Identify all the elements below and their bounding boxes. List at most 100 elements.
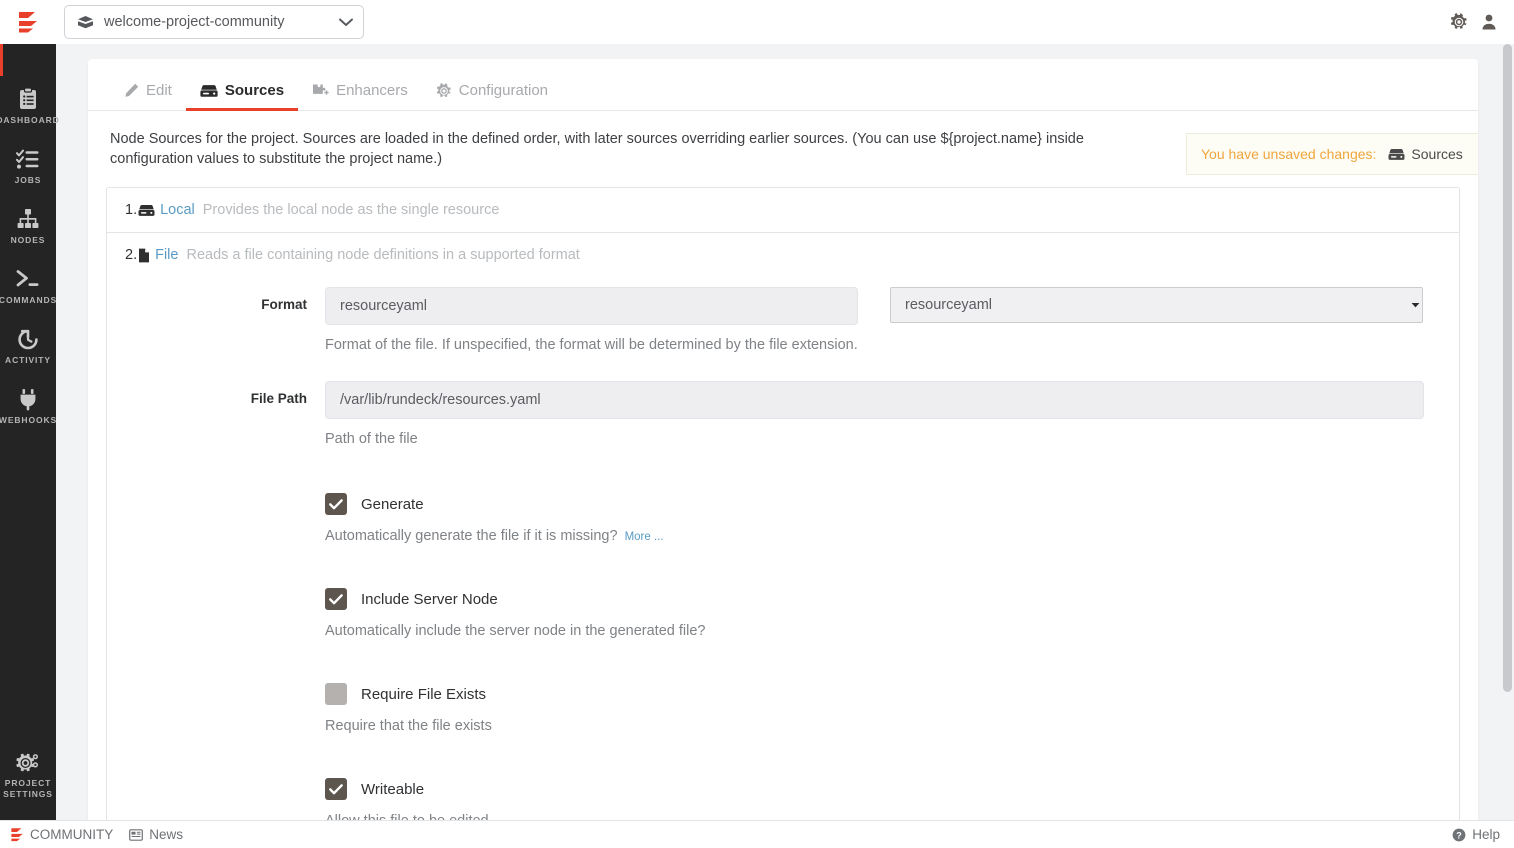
source-name-link[interactable]: Local	[160, 202, 195, 218]
footer-news-label: News	[149, 827, 184, 842]
sources-description: Node Sources for the project. Sources ar…	[110, 131, 1084, 167]
sources-card: Edit Sources Enhancers Configuration You…	[88, 59, 1478, 820]
footer-bar: COMMUNITY News ? Help	[0, 820, 1514, 848]
sidebar-item-activity[interactable]: ACTIVITY	[0, 316, 56, 376]
rundeck-logo-icon[interactable]	[0, 0, 56, 44]
project-tabs: Edit Sources Enhancers Configuration	[88, 59, 1478, 111]
unsaved-changes-sources-link[interactable]: Sources	[1388, 146, 1463, 162]
tab-label: Configuration	[458, 82, 549, 99]
writeable-checkbox[interactable]	[325, 778, 347, 800]
clipboard-icon	[17, 86, 39, 112]
footer-help-label: Help	[1472, 827, 1500, 842]
file-icon	[138, 248, 150, 263]
include-server-node-help-text: Automatically include the server node in…	[325, 623, 706, 639]
sidebar-item-nodes[interactable]: NODES	[0, 196, 56, 256]
unsaved-link-label: Sources	[1411, 146, 1463, 162]
unsaved-changes-text: You have unsaved changes:	[1201, 146, 1377, 162]
database-icon	[200, 84, 218, 98]
project-box-icon	[77, 15, 94, 30]
sidebar-item-jobs[interactable]: JOBS	[0, 136, 56, 196]
puzzle-plus-icon	[312, 83, 329, 98]
database-icon	[138, 204, 155, 217]
sidebar-item-commands[interactable]: COMMANDS	[0, 256, 56, 316]
generate-checkbox[interactable]	[325, 493, 347, 515]
page-scrollbar-track[interactable]	[1499, 44, 1514, 820]
sidebar-item-label: WEBHOOKS	[0, 415, 58, 425]
pencil-icon	[124, 83, 139, 98]
sidebar-item-label: PROJECT	[4, 778, 52, 788]
generate-checkbox-block: Generate Automatically generate the file…	[125, 493, 1441, 544]
include-server-node-checkbox-block: Include Server Node Automatically includ…	[125, 588, 1441, 639]
rundeck-logo-icon	[19, 12, 37, 33]
project-selector-name: welcome-project-community	[104, 14, 285, 30]
writeable-help-text: Allow this file to be edited.	[325, 813, 493, 820]
sidebar-item-label: COMMANDS	[0, 295, 58, 305]
source-description: Reads a file containing node definitions…	[186, 247, 580, 263]
file-path-input[interactable]	[325, 381, 1424, 419]
require-file-exists-checkbox[interactable]	[325, 683, 347, 705]
file-path-field-wrap: Path of the file	[325, 381, 1441, 447]
writeable-check-line: Writeable	[325, 778, 1441, 800]
writeable-checkbox-block: Writeable Allow this file to be edited.	[125, 778, 1441, 820]
tab-label: Sources	[224, 82, 285, 99]
tab-label: Enhancers	[336, 82, 408, 99]
require-file-exists-help-row: Require that the file exists	[325, 718, 1441, 734]
footer-help-link[interactable]: ? Help	[1452, 827, 1500, 842]
include-server-node-checkbox-label: Include Server Node	[361, 590, 498, 608]
source-name-link[interactable]: File	[155, 247, 178, 263]
sidebar-item-label: NODES	[10, 235, 46, 245]
footer-community-link[interactable]: COMMUNITY	[10, 827, 113, 842]
sidebar-item-label-2: SETTINGS	[3, 789, 53, 799]
require-file-exists-checkbox-block: Require File Exists Require that the fil…	[125, 683, 1441, 734]
format-label: Format	[261, 297, 307, 312]
user-icon[interactable]	[1480, 13, 1498, 31]
generate-checkbox-label: Generate	[361, 495, 424, 513]
gear-icon[interactable]	[1450, 13, 1468, 31]
footer-news-link[interactable]: News	[129, 827, 183, 842]
generate-check-line: Generate	[325, 493, 1441, 515]
sidebar-item-webhooks[interactable]: WEBHOOKS	[0, 376, 56, 436]
tab-edit[interactable]: Edit	[110, 82, 186, 110]
require-file-exists-check-line: Require File Exists	[325, 683, 1441, 705]
format-input[interactable]	[325, 287, 858, 325]
source-header: 2. File Reads a file containing node def…	[125, 247, 1441, 263]
node-sources-list: 1. Local Provides the local node as the …	[106, 187, 1460, 820]
checklist-icon	[16, 146, 40, 172]
news-icon	[129, 828, 144, 841]
project-selector[interactable]: welcome-project-community	[64, 5, 364, 39]
plug-icon	[17, 386, 39, 412]
tab-sources[interactable]: Sources	[185, 82, 299, 111]
sidebar-item-label: JOBS	[14, 175, 42, 185]
format-select[interactable]: resourceyaml	[890, 287, 1423, 323]
sidebar-item-label: ACTIVITY	[5, 355, 51, 365]
include-server-node-help-row: Automatically include the server node in…	[325, 623, 1441, 639]
sidebar-item-dashboard[interactable]: DASHBOARD	[0, 76, 59, 136]
file-path-row: File Path Path of the file	[125, 381, 1441, 447]
include-server-node-checkbox[interactable]	[325, 588, 347, 610]
writeable-checkbox-label: Writeable	[361, 780, 425, 798]
svg-text:?: ?	[1456, 830, 1462, 840]
source-item-file: 2. File Reads a file containing node def…	[107, 233, 1459, 820]
generate-more-link[interactable]: More ...	[625, 531, 664, 543]
sidebar-item-label: DASHBOARD	[0, 115, 60, 125]
source-description: Provides the local node as the single re…	[202, 202, 500, 218]
sidebar-nav-list: DASHBOARD JOBS NODES COMMANDS ACTIVITY W…	[0, 44, 59, 436]
terminal-icon	[15, 266, 41, 292]
source-index: 2.	[125, 247, 138, 263]
gears-icon	[14, 749, 42, 775]
source-item-local: 1. Local Provides the local node as the …	[107, 188, 1459, 233]
generate-help-text: Automatically generate the file if it is…	[325, 528, 618, 544]
unsaved-changes-banner: You have unsaved changes: Sources	[1186, 133, 1478, 175]
tab-enhancers[interactable]: Enhancers	[298, 82, 422, 110]
file-path-help-text: Path of the file	[325, 431, 418, 447]
left-sidebar: DASHBOARD JOBS NODES COMMANDS ACTIVITY W…	[0, 44, 59, 848]
tab-configuration[interactable]: Configuration	[422, 82, 562, 110]
file-path-label: File Path	[250, 391, 307, 406]
history-clock-icon	[16, 326, 40, 352]
file-source-config: Format resourceyaml Format of the file. …	[125, 263, 1441, 820]
writeable-help-row: Allow this file to be edited.	[325, 813, 1441, 820]
tab-label: Edit	[146, 82, 172, 99]
page-scrollbar-thumb[interactable]	[1503, 44, 1512, 692]
sidebar-item-project-settings[interactable]: PROJECT SETTINGS	[0, 749, 56, 800]
rundeck-logo-icon	[10, 827, 24, 842]
